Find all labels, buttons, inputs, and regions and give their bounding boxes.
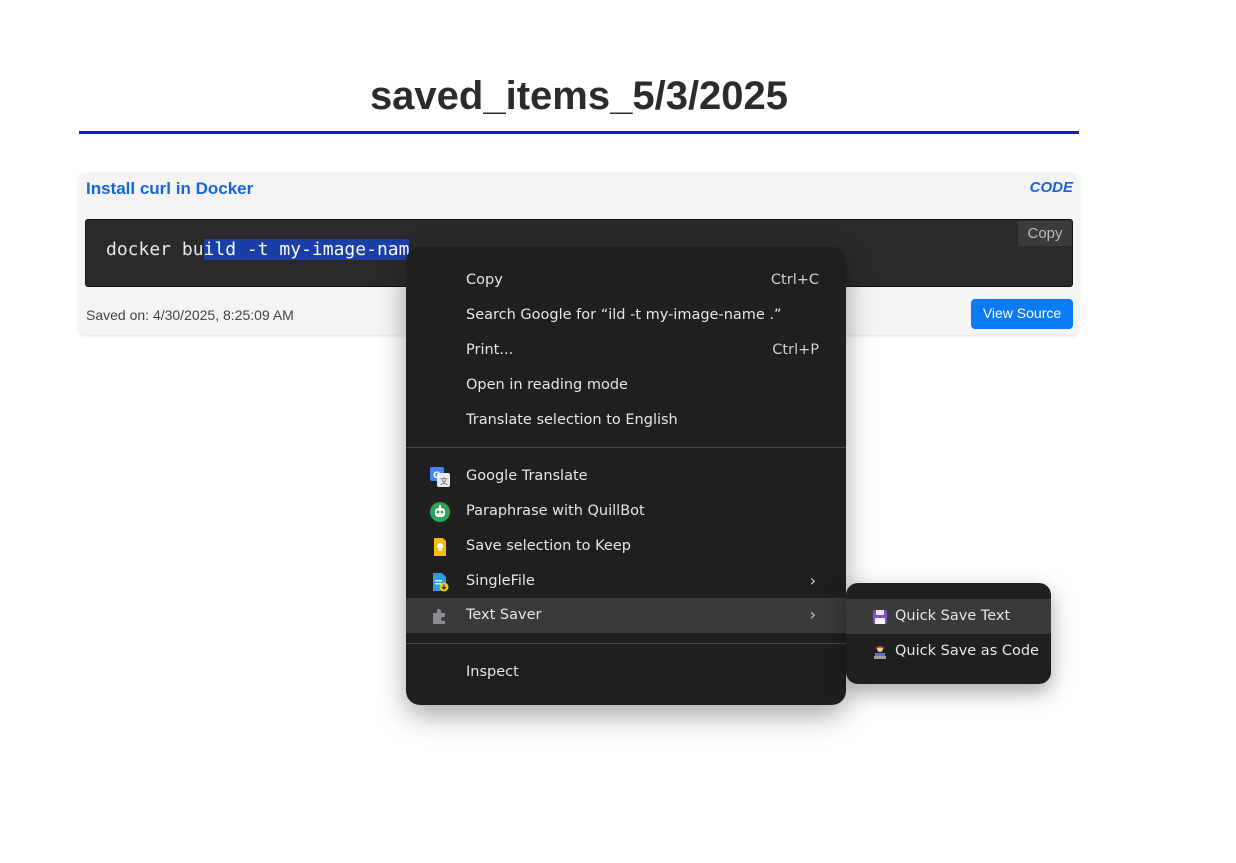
context-menu: Copy Ctrl+C Search Google for “ild -t my… (406, 247, 846, 705)
copy-button[interactable]: Copy (1018, 221, 1072, 246)
page-title: saved_items_5/3/2025 (369, 74, 789, 118)
submenu-item-quick-save-code[interactable]: Quick Save as Code (846, 634, 1051, 669)
menu-separator (406, 643, 846, 644)
menu-item-quillbot[interactable]: Paraphrase with QuillBot (406, 494, 846, 529)
menu-item-text-saver[interactable]: Text Saver › (406, 598, 846, 633)
code-selection: ild -t my-image-nam (203, 239, 410, 260)
code-text[interactable]: docker build -t my-image-nam (106, 239, 410, 260)
quillbot-icon (430, 502, 450, 522)
menu-item-print[interactable]: Print... Ctrl+P (406, 333, 846, 368)
item-type-badge: CODE (1029, 179, 1073, 196)
chevron-right-icon: › (809, 605, 816, 624)
menu-item-singlefile[interactable]: SingleFile › (406, 564, 846, 599)
menu-item-label: Inspect (466, 664, 519, 680)
submenu-item-quick-save-text[interactable]: Quick Save Text (846, 599, 1051, 634)
submenu-item-label: Quick Save as Code (895, 643, 1039, 659)
menu-item-label: Print... (466, 342, 514, 358)
singlefile-icon (430, 572, 450, 592)
menu-item-label: Open in reading mode (466, 377, 628, 393)
menu-item-inspect[interactable]: Inspect (406, 655, 846, 690)
floppy-disk-icon (873, 610, 887, 624)
menu-item-save-to-keep[interactable]: Save selection to Keep (406, 529, 846, 564)
chevron-right-icon: › (809, 571, 816, 590)
submenu-item-label: Quick Save Text (895, 608, 1011, 624)
text-saver-submenu: Quick Save Text Quick Save as Code (846, 583, 1051, 684)
menu-item-label: Save selection to Keep (466, 538, 631, 554)
puzzle-icon (430, 606, 450, 626)
menu-item-label: Google Translate (466, 468, 588, 484)
menu-item-shortcut: Ctrl+C (770, 272, 819, 288)
menu-item-search-google[interactable]: Search Google for “ild -t my-image-name … (406, 298, 846, 333)
menu-item-reading-mode[interactable]: Open in reading mode (406, 368, 846, 403)
code-text-before: docker bu (106, 239, 204, 260)
item-title[interactable]: Install curl in Docker (86, 179, 253, 199)
title-divider (79, 131, 1079, 134)
menu-item-label: Text Saver (466, 607, 542, 623)
google-translate-icon: G 文 (430, 467, 450, 487)
menu-item-label: Search Google for “ild -t my-image-name … (466, 307, 782, 323)
menu-item-copy[interactable]: Copy Ctrl+C (406, 263, 846, 298)
svg-text:文: 文 (440, 476, 448, 486)
menu-item-shortcut: Ctrl+P (772, 342, 819, 358)
menu-item-label: Paraphrase with QuillBot (466, 503, 645, 519)
menu-item-label: Copy (466, 272, 503, 288)
saved-timestamp: Saved on: 4/30/2025, 8:25:09 AM (86, 307, 294, 323)
technologist-icon (873, 645, 887, 659)
keep-icon (430, 537, 450, 557)
menu-item-label: SingleFile (466, 573, 535, 589)
menu-item-translate-selection[interactable]: Translate selection to English (406, 403, 846, 438)
view-source-button[interactable]: View Source (971, 299, 1073, 329)
menu-separator (406, 447, 846, 448)
menu-item-google-translate[interactable]: G 文 Google Translate (406, 459, 846, 494)
menu-item-label: Translate selection to English (466, 412, 678, 428)
